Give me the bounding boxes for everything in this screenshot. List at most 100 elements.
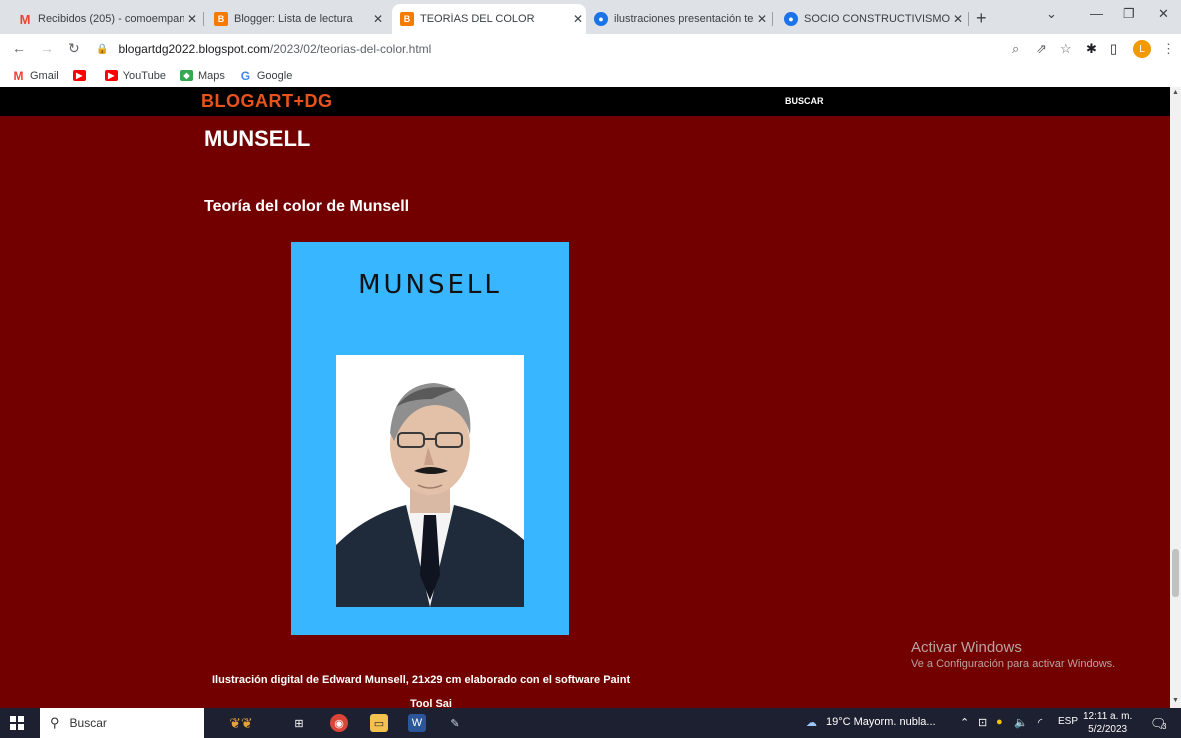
tab-search-icon[interactable]: ⌄ (1046, 6, 1057, 22)
taskbar-search-placeholder: Buscar (69, 716, 107, 730)
close-window-button[interactable]: ✕ (1158, 6, 1169, 22)
paint-icon[interactable]: ✎ (446, 714, 464, 732)
wifi-icon[interactable]: ◜ (1038, 716, 1042, 729)
youtube-icon: ▶ (104, 70, 118, 81)
word-icon[interactable]: W (408, 714, 426, 732)
post-title: MUNSELL (204, 126, 311, 151)
taskbar-search-box[interactable]: ⚲ Buscar (40, 708, 204, 738)
tab-divider (203, 12, 204, 26)
taskbar-clock[interactable]: 12:11 a. m. 5/2/2023 (1083, 710, 1132, 736)
youtube-icon: ▶ (72, 70, 86, 81)
site-brand[interactable]: BLOGART+DG (201, 91, 333, 112)
munsell-illustration[interactable]: MUNSELL (291, 242, 569, 635)
tab-title: ilustraciones presentación tesis (614, 13, 754, 25)
image-caption-continued: Tool Sai (410, 698, 452, 708)
lock-icon[interactable]: 🔒 (96, 44, 108, 55)
close-icon[interactable]: ✕ (370, 12, 386, 26)
address-bar[interactable]: 🔒 blogartdg2022.blogspot.com/2023/02/teo… (96, 37, 1056, 61)
bookmark-star-icon[interactable]: ☆ (1060, 41, 1072, 57)
bookmark-label: YouTube (122, 69, 166, 82)
tab-teorias-del-color[interactable]: B TEORÍAS DEL COLOR ✕ (392, 4, 586, 34)
chrome-icon[interactable]: ◉ (330, 714, 348, 732)
windows-activation-watermark: Activar Windows Ve a Configuración para … (911, 639, 1115, 670)
language-indicator[interactable]: ESP (1058, 716, 1078, 727)
clock-date: 5/2/2023 (1088, 724, 1128, 735)
show-hidden-icons-icon[interactable]: ⌃ (960, 716, 969, 729)
tab-title: Blogger: Lista de lectura (234, 13, 353, 25)
search-icon: ⚲ (50, 715, 60, 730)
tab-title: TEORÍAS DEL COLOR (420, 13, 535, 25)
tab-blogger-reading-list[interactable]: B Blogger: Lista de lectura ✕ (206, 4, 386, 34)
windows-start-icon[interactable] (10, 716, 24, 730)
image-caption: Ilustración digital de Edward Munsell, 2… (212, 674, 631, 686)
butterflies-widget-icon[interactable]: ❦❦ (216, 714, 266, 732)
post-subtitle: Teoría del color de Munsell (204, 198, 410, 215)
url-host: blogartdg2022.blogspot.com (118, 42, 270, 56)
bookmarks-bar: M Gmail ▶ ▶ YouTube ◆ Maps G Google (0, 64, 1181, 87)
minimize-button[interactable]: — (1090, 6, 1103, 21)
menu-icon[interactable]: ⋮ (1162, 41, 1175, 57)
bookmark-youtube[interactable]: ▶ YouTube (104, 69, 166, 82)
watermark-subtitle: Ve a Configuración para activar Windows. (911, 658, 1116, 670)
notification-count: 3 (1162, 722, 1167, 731)
volume-icon[interactable]: 🔈 (1014, 716, 1028, 729)
clock-time: 12:11 a. m. (1083, 711, 1133, 722)
page-scrollbar[interactable]: ▲ ▼ (1170, 87, 1181, 708)
weather-status[interactable]: 19°C Mayorm. nubla... (826, 716, 936, 728)
portrait-image (336, 355, 524, 607)
tab-socio-constructivismo[interactable]: ● SOCIO CONSTRUCTIVISMO - D ✕ (776, 4, 966, 34)
blogger-icon: B (214, 12, 228, 26)
blogger-icon: B (400, 12, 414, 26)
file-explorer-icon[interactable]: ▭ (370, 714, 388, 732)
forward-button[interactable]: → (40, 40, 54, 56)
tab-gmail[interactable]: M Recibidos (205) - comoempanar ✕ (10, 4, 200, 34)
tab-ilustraciones[interactable]: ● ilustraciones presentación tesis ✕ (586, 4, 770, 34)
portrait-drawing (336, 383, 524, 607)
tab-title: SOCIO CONSTRUCTIVISMO - D (804, 13, 950, 25)
site-icon: ● (594, 12, 608, 26)
zoom-icon[interactable]: ⌕ (1012, 41, 1019, 57)
bookmark-google[interactable]: G Google (239, 68, 293, 83)
tray-status-icon[interactable]: ● (996, 716, 1003, 728)
tab-divider (968, 12, 969, 26)
site-navbar: BLOGART+DG BUSCAR (0, 87, 1170, 116)
gmail-icon: M (19, 11, 31, 27)
bookmark-maps[interactable]: ◆ Maps (179, 69, 225, 82)
url-path: /2023/02/teorias-del-color.html (269, 42, 432, 56)
restore-button[interactable]: ❐ (1123, 6, 1135, 22)
tab-divider (772, 12, 773, 26)
toolbar: ← → ↻ 🔒 blogartdg2022.blogspot.com/2023/… (0, 34, 1181, 64)
bookmark-label: Maps (197, 69, 225, 82)
close-icon[interactable]: ✕ (570, 12, 586, 26)
extensions-icon[interactable]: ✱ (1086, 41, 1097, 57)
bookmark-label: Gmail (30, 69, 59, 82)
google-icon: G (240, 68, 251, 83)
post-content: MUNSELL Teoría del color de Munsell MUNS… (0, 116, 1170, 708)
close-icon[interactable]: ✕ (184, 12, 200, 26)
reload-button[interactable]: ↻ (68, 40, 80, 57)
close-icon[interactable]: ✕ (950, 12, 966, 26)
new-tab-button[interactable]: + (976, 8, 987, 29)
illustration-title: MUNSELL (358, 270, 502, 300)
tray-app-icon[interactable]: ⊡ (978, 716, 987, 729)
scroll-down-arrow[interactable]: ▼ (1172, 697, 1179, 704)
watermark-title: Activar Windows (911, 639, 1022, 656)
search-link[interactable]: BUSCAR (785, 96, 824, 106)
tab-title: Recibidos (205) - comoempanar (38, 13, 184, 25)
scrollbar-thumb[interactable] (1172, 549, 1179, 597)
bookmark-gmail[interactable]: M Gmail (12, 68, 59, 83)
bookmark-label: Google (256, 69, 293, 82)
weather-icon[interactable]: ☁ (806, 716, 817, 729)
profile-avatar[interactable]: L (1133, 40, 1151, 58)
back-button[interactable]: ← (12, 40, 26, 56)
task-view-icon[interactable]: ⊞ (290, 714, 308, 732)
tab-strip: M Recibidos (205) - comoempanar ✕ B Blog… (0, 0, 1181, 34)
gmail-icon: M (13, 68, 24, 83)
browser-chrome: M Recibidos (205) - comoempanar ✕ B Blog… (0, 0, 1181, 87)
close-icon[interactable]: ✕ (754, 12, 770, 26)
scroll-up-arrow[interactable]: ▲ (1172, 89, 1179, 96)
side-panel-icon[interactable]: ▯ (1110, 41, 1117, 57)
maps-icon: ◆ (179, 70, 193, 81)
share-icon[interactable]: ⇗ (1036, 41, 1047, 57)
bookmark-youtube-shortcut[interactable]: ▶ (72, 70, 91, 81)
